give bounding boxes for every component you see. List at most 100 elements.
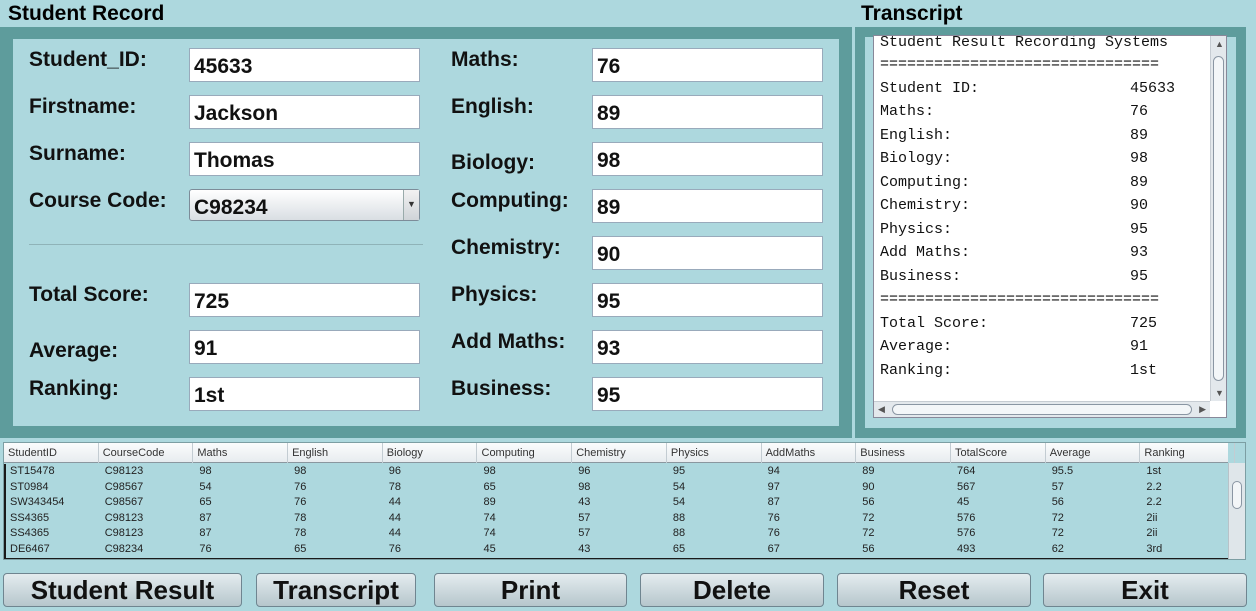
table-cell: 98 [483,465,496,477]
column-header[interactable]: StudentID [4,443,99,463]
scroll-down-icon[interactable]: ▼ [1215,388,1224,398]
table-cell: 56 [862,496,875,508]
table-vertical-scrollbar[interactable] [1228,463,1245,559]
scroll-right-icon[interactable]: ▶ [1199,404,1206,415]
transcript-separator: =============================== [880,56,1160,73]
table-row[interactable]: SS4365 C98123 87 78 44 74 57 88 76 72 576 72 2ii [6,511,1228,527]
transcript-summary-value: 91 [1130,338,1149,355]
total-score-input[interactable]: 725 [189,283,420,317]
column-header[interactable]: CourseCode [99,443,194,463]
table-cell: 76 [199,542,212,555]
table-cell: 98 [199,465,212,477]
chevron-down-icon[interactable]: ▼ [403,190,419,220]
transcript-line-value: 95 [1130,221,1149,238]
table-cell: 76 [294,480,307,493]
column-header[interactable]: Biology [383,443,478,463]
table-cell: 74 [483,527,496,539]
average-label: Average: [29,339,119,362]
table-cell: 95.5 [1051,465,1074,477]
transcript-summary-label: Average: [880,338,953,355]
transcript-line-value: 95 [1130,268,1149,285]
column-header[interactable]: Ranking [1140,443,1236,463]
exit-button[interactable]: Exit [1043,573,1247,607]
transcript-vertical-scrollbar[interactable]: ▲ ▼ [1210,36,1226,401]
course-code-select[interactable]: C98234 ▼ [189,189,420,221]
table-cell: DE6467 [10,542,50,555]
column-header[interactable]: Average [1046,443,1141,463]
column-header[interactable]: TotalScore [951,443,1046,463]
table-cell: 56 [1051,496,1064,508]
table-cell: 76 [294,496,307,508]
table-cell: 72 [862,527,875,539]
table-cell: 76 [767,527,780,539]
table-row[interactable]: SS4365 C98123 87 78 44 74 57 88 76 72 576 72 2ii [6,526,1228,542]
column-header[interactable]: AddMaths [762,443,857,463]
column-header[interactable]: English [288,443,383,463]
english-label: English: [451,95,534,118]
table-cell: 57 [1051,480,1064,493]
ranking-input[interactable]: 1st [189,377,420,411]
table-cell: 65 [672,542,686,555]
biology-label: Biology: [451,151,535,174]
student-id-input[interactable]: 45633 [189,48,420,82]
transcript-line-label: Maths: [880,103,935,120]
divider [29,244,423,245]
table-cell: 43 [578,496,591,508]
delete-button[interactable]: Delete [640,573,824,607]
table-cell: 54 [672,480,686,493]
transcript-button[interactable]: Transcript [256,573,416,607]
table-row[interactable]: ST15478 C98123 98 98 96 98 96 95 94 89 764 95.5 1st [6,464,1228,480]
transcript-line-value: 89 [1130,174,1149,191]
scroll-up-icon[interactable]: ▲ [1215,39,1224,49]
transcript-line-label: Physics: [880,221,953,238]
column-header[interactable]: Computing [478,443,573,463]
student-result-button[interactable]: Student Result [3,573,242,607]
column-header[interactable]: Chemistry [572,443,667,463]
reset-button[interactable]: Reset [837,573,1031,607]
average-input[interactable]: 91 [189,330,420,364]
table-cell: 2ii [1146,527,1158,539]
table-body[interactable]: ST15478 C98123 98 98 96 98 96 95 94 89 764 95.5 1st S… [4,464,1230,559]
table-cell: 764 [957,465,976,477]
table-cell: 44 [388,496,402,508]
biology-input[interactable]: 98 [592,142,823,176]
add-maths-input[interactable]: 93 [592,330,823,364]
chemistry-input[interactable]: 90 [592,236,823,270]
business-input[interactable]: 95 [592,377,823,411]
scroll-thumb[interactable] [892,404,1192,415]
chemistry-label: Chemistry: [451,236,561,259]
table-cell: 90 [862,480,875,493]
scroll-left-icon[interactable]: ◀ [878,404,885,415]
column-header[interactable]: Business [856,443,951,463]
transcript-horizontal-scrollbar[interactable]: ◀ ▶ [874,401,1210,417]
records-table[interactable]: StudentID CourseCode Maths English Biology Co… [3,442,1246,560]
table-cell: 88 [672,527,686,539]
table-cell: 65 [294,542,307,555]
scroll-thumb[interactable] [1232,481,1242,509]
physics-input[interactable]: 95 [592,283,823,317]
print-button[interactable]: Print [434,573,627,607]
surname-input[interactable]: Thomas [189,142,420,176]
scroll-thumb[interactable] [1213,56,1224,381]
table-row[interactable]: ST0984 C98567 54 76 78 65 98 54 97 90 567 57 2.2 [6,480,1228,496]
table-cell: 56 [862,542,875,555]
table-cell: 576 [957,527,976,539]
table-header: StudentID CourseCode Maths English Biology Co… [4,443,1236,463]
computing-input[interactable]: 89 [592,189,823,223]
table-cell: 76 [767,511,780,524]
column-header[interactable]: Physics [667,443,762,463]
transcript-line-label: Student ID: [880,80,980,97]
table-row[interactable]: DE6467 C98234 76 65 76 45 43 65 67 56 493 62 3rd [6,542,1228,558]
student-record-title: Student Record [8,2,165,25]
table-cell: 87 [199,527,212,539]
table-cell: 57 [578,527,591,539]
table-row[interactable]: SW343454 C98567 65 76 44 89 43 54 87 56 45 56 2.2 [6,495,1228,511]
maths-input[interactable]: 76 [592,48,823,82]
table-cell: 96 [578,465,591,477]
firstname-input[interactable]: Jackson [189,95,420,129]
table-cell: 72 [1051,527,1064,539]
english-input[interactable]: 89 [592,95,823,129]
transcript-textarea[interactable]: Student Result Recording Systems =======… [873,35,1227,418]
column-header[interactable]: Maths [193,443,289,463]
ranking-label: Ranking: [29,377,119,400]
